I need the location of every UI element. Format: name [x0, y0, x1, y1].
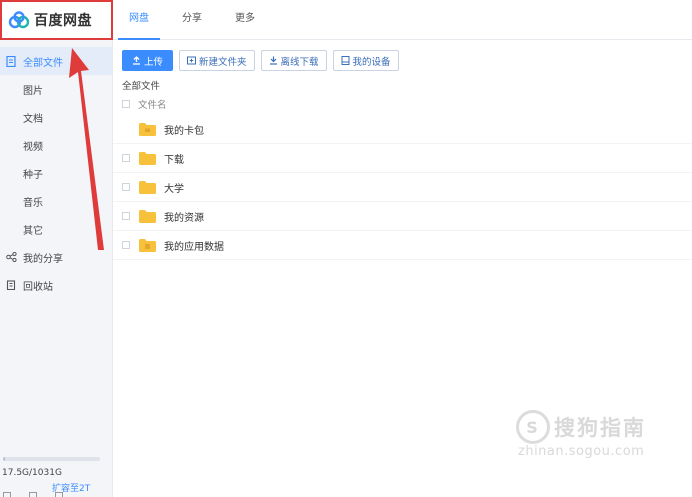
- sidebar: 全部文件 图片 文档 视频 种子 音乐 其它 我的分享 回收站 17.5G/10…: [0, 40, 113, 497]
- folder-icon: [139, 209, 156, 223]
- trash-icon: [5, 279, 17, 291]
- file-row-my-resources[interactable]: 我的资源: [113, 202, 692, 231]
- toolbar: 上传 新建文件夹 离线下载 我的设备: [122, 50, 399, 71]
- sidebar-item-all-files[interactable]: 全部文件: [0, 47, 112, 75]
- sidebar-item-music[interactable]: 音乐: [0, 187, 112, 215]
- column-header-filename[interactable]: 文件名: [138, 97, 167, 111]
- file-list-header: 文件名: [122, 97, 167, 111]
- offline-download-label: 离线下载: [280, 56, 319, 68]
- file-list: 我的卡包 下载 大学 我的资源 我的应用数据: [113, 115, 692, 260]
- select-all-checkbox[interactable]: [122, 100, 130, 108]
- storage-progress-bar: [3, 457, 100, 461]
- tab-share[interactable]: 分享: [171, 0, 213, 40]
- storage-usage-text: 17.5G/1031G: [2, 468, 62, 478]
- sidebar-item-recycle-bin[interactable]: 回收站: [0, 271, 112, 299]
- file-name: 我的卡包: [164, 125, 204, 137]
- folder-icon: [139, 151, 156, 165]
- my-devices-button[interactable]: 我的设备: [332, 50, 399, 71]
- file-row-card-pack[interactable]: 我的卡包: [113, 115, 692, 144]
- file-row-app-data[interactable]: 我的应用数据: [113, 231, 692, 260]
- sidebar-item-images[interactable]: 图片: [0, 75, 112, 103]
- new-folder-label: 新建文件夹: [199, 56, 247, 68]
- share-icon: [5, 251, 17, 263]
- footer-icon-1[interactable]: [3, 492, 11, 497]
- brand[interactable]: 百度网盘: [0, 0, 113, 40]
- sidebar-item-label: 回收站: [23, 281, 53, 293]
- file-name: 下载: [164, 154, 184, 166]
- top-bar: 百度网盘 网盘 分享 更多: [0, 0, 692, 40]
- row-checkbox[interactable]: [122, 183, 130, 191]
- footer-icon-3[interactable]: [55, 492, 63, 497]
- tab-netdisk[interactable]: 网盘: [118, 0, 160, 40]
- upload-button[interactable]: 上传: [122, 50, 174, 71]
- watermark-url: zhinan.sogou.com: [518, 444, 645, 459]
- footer-icon-2[interactable]: [29, 492, 37, 497]
- sidebar-item-videos[interactable]: 视频: [0, 131, 112, 159]
- upload-label: 上传: [144, 56, 164, 68]
- upload-icon: [132, 56, 141, 65]
- offline-download-button[interactable]: 离线下载: [260, 50, 327, 71]
- new-folder-button[interactable]: 新建文件夹: [179, 50, 255, 71]
- file-name: 我的应用数据: [164, 241, 224, 253]
- device-icon: [341, 56, 350, 65]
- top-nav: 网盘 分享 更多: [118, 0, 277, 40]
- sidebar-item-documents[interactable]: 文档: [0, 103, 112, 131]
- storage-progress-fill: [3, 457, 5, 461]
- file-row-university[interactable]: 大学: [113, 173, 692, 202]
- sidebar-item-label: 全部文件: [23, 57, 63, 69]
- sidebar-item-other[interactable]: 其它: [0, 215, 112, 243]
- file-row-download[interactable]: 下载: [113, 144, 692, 173]
- file-name: 大学: [164, 183, 184, 195]
- watermark-title: 搜狗指南: [554, 416, 646, 440]
- my-devices-label: 我的设备: [352, 56, 391, 68]
- sogou-watermark: S 搜狗指南 zhinan.sogou.com: [516, 410, 646, 459]
- brand-name: 百度网盘: [34, 13, 92, 29]
- card-folder-icon: [139, 122, 156, 136]
- sidebar-item-my-share[interactable]: 我的分享: [0, 243, 112, 271]
- new-folder-icon: [187, 56, 197, 65]
- sidebar-footer-icons: [3, 492, 63, 497]
- app-folder-icon: [139, 238, 156, 252]
- row-checkbox[interactable]: [122, 154, 130, 162]
- file-name: 我的资源: [164, 212, 204, 224]
- sogou-logo-icon: S: [516, 410, 550, 444]
- download-icon: [269, 56, 278, 65]
- row-checkbox[interactable]: [122, 241, 130, 249]
- row-checkbox[interactable]: [122, 212, 130, 220]
- breadcrumb[interactable]: 全部文件: [122, 78, 160, 92]
- sidebar-item-torrents[interactable]: 种子: [0, 159, 112, 187]
- file-icon: [5, 55, 17, 67]
- baidu-netdisk-logo-icon: [8, 11, 30, 29]
- sidebar-item-label: 我的分享: [23, 253, 63, 265]
- tab-more[interactable]: 更多: [224, 0, 266, 40]
- folder-icon: [139, 180, 156, 194]
